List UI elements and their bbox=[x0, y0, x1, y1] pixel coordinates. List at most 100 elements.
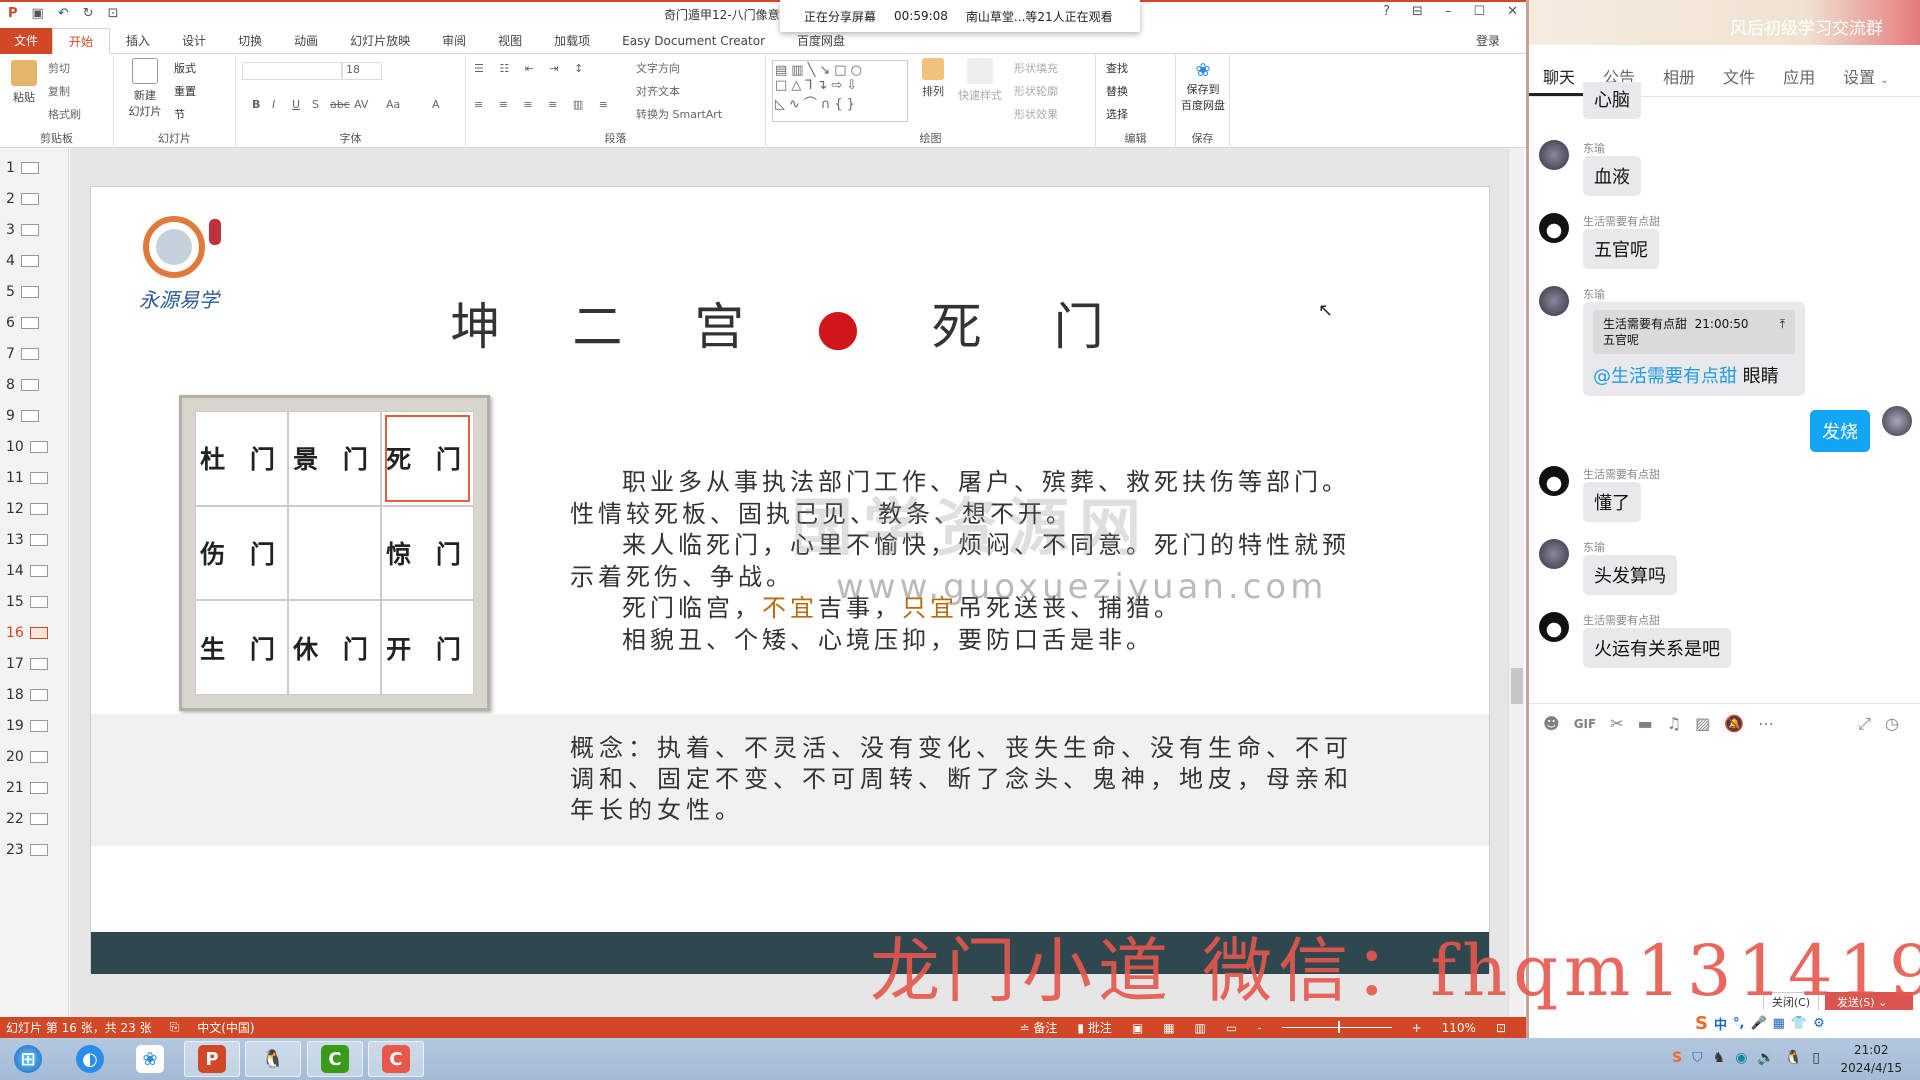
message-bubble[interactable]: 懂了 bbox=[1583, 482, 1641, 522]
scissors-icon[interactable]: ✂ bbox=[1610, 714, 1623, 733]
taskbar-camtasia-green[interactable]: C bbox=[307, 1041, 363, 1077]
slide-canvas[interactable]: 永源易学 坤 二 宫 ● 死 门 杜 门 景 门 死 门 伤 门 惊 门 生 门… bbox=[90, 186, 1490, 974]
network-icon[interactable]: ♞ bbox=[1713, 1050, 1726, 1066]
more-icon[interactable]: ⋯ bbox=[1758, 714, 1774, 733]
slide-thumbnail[interactable]: 8 bbox=[6, 377, 39, 393]
shape-fill-button[interactable]: 形状填充 bbox=[1014, 60, 1058, 76]
qq-penguin-avatar[interactable] bbox=[1539, 466, 1569, 496]
section-button[interactable]: 节 bbox=[174, 106, 185, 122]
replace-button[interactable]: 替换 bbox=[1106, 83, 1128, 99]
message-bubble[interactable]: 五官呢 bbox=[1583, 229, 1659, 269]
sender-name[interactable]: 东瑜 bbox=[1583, 539, 1605, 555]
slide-thumbnail[interactable]: 11 bbox=[6, 470, 48, 486]
chat-tab-album[interactable]: 相册 bbox=[1649, 60, 1709, 96]
spellcheck-icon[interactable]: ⎘ bbox=[170, 1020, 180, 1035]
maximize-icon[interactable]: ☐ bbox=[1473, 4, 1485, 19]
slide-thumbnail[interactable]: 19 bbox=[6, 718, 48, 734]
slide-thumbnail[interactable]: 10 bbox=[6, 439, 48, 455]
bold-button[interactable]: B bbox=[252, 98, 260, 111]
sender-name[interactable]: 东瑜 bbox=[1583, 140, 1605, 156]
select-button[interactable]: 选择 bbox=[1106, 106, 1128, 122]
shadow-button[interactable]: S bbox=[312, 98, 319, 111]
slideshow-icon[interactable]: ▭ bbox=[1226, 1021, 1237, 1035]
qq-tray-icon[interactable]: 🐧 bbox=[1785, 1050, 1802, 1066]
shield-icon[interactable]: ⛉ bbox=[1692, 1050, 1703, 1066]
slide-thumbnail[interactable]: 2 bbox=[6, 191, 39, 207]
message-bubble[interactable]: 火运有关系是吧 bbox=[1583, 628, 1731, 668]
avatar[interactable] bbox=[1539, 539, 1569, 569]
redo-icon[interactable]: ↻ bbox=[83, 6, 94, 21]
tab-home[interactable]: 开始 bbox=[52, 27, 111, 54]
slide-thumbnail[interactable]: 20 bbox=[6, 749, 48, 765]
slide-thumbnail[interactable]: 7 bbox=[6, 346, 39, 362]
mention[interactable]: @生活需要有点甜 bbox=[1593, 366, 1737, 387]
skin-icon[interactable]: 👕 bbox=[1791, 1016, 1807, 1031]
char-spacing-button[interactable]: AV bbox=[354, 98, 368, 111]
avatar[interactable] bbox=[1539, 140, 1569, 170]
slide-thumbnail[interactable]: 14 bbox=[6, 563, 48, 579]
slide-thumbnail[interactable]: 18 bbox=[6, 687, 48, 703]
slide-thumbnail[interactable]: 1 bbox=[6, 160, 39, 176]
slide-thumbnail[interactable]: 23 bbox=[6, 842, 48, 858]
slide-thumbnail[interactable]: 16 bbox=[6, 625, 48, 641]
expand-icon[interactable]: ⤢ bbox=[1858, 714, 1871, 734]
comments-button[interactable]: ▮ 批注 bbox=[1077, 1019, 1111, 1036]
minimize-icon[interactable]: – bbox=[1445, 4, 1452, 19]
vertical-scrollbar[interactable] bbox=[1508, 148, 1524, 1017]
tab-insert[interactable]: 插入 bbox=[110, 28, 166, 54]
bell-off-icon[interactable]: 🔕 bbox=[1724, 714, 1744, 733]
chat-tab-chat[interactable]: 聊天 bbox=[1529, 60, 1590, 96]
layout-button[interactable]: 版式 bbox=[174, 60, 196, 76]
quoted-message[interactable]: 生活需要有点甜 21:00:50 ⤒ 五官呢 bbox=[1593, 310, 1795, 354]
my-message-bubble[interactable]: 发烧 bbox=[1810, 410, 1870, 452]
emoji-icon[interactable]: ☻ bbox=[1543, 714, 1560, 733]
chat-tab-settings[interactable]: 设置 ⌄ bbox=[1829, 60, 1903, 96]
login-link[interactable]: 登录 bbox=[1476, 32, 1500, 49]
strikethrough-button[interactable]: abc bbox=[330, 98, 350, 111]
font-size-select[interactable]: 18 bbox=[342, 62, 382, 80]
image-icon[interactable]: ▨ bbox=[1695, 714, 1710, 733]
save-icon[interactable]: ▣ bbox=[32, 6, 44, 21]
fit-to-window-icon[interactable]: ⊡ bbox=[1496, 1021, 1506, 1035]
align-text-button[interactable]: 对齐文本 bbox=[636, 83, 680, 99]
quick-styles-button[interactable]: 快速样式 bbox=[954, 58, 1006, 103]
tab-review[interactable]: 审阅 bbox=[426, 28, 482, 54]
gif-icon[interactable]: GIF bbox=[1574, 717, 1597, 731]
format-painter-button[interactable]: 格式刷 bbox=[48, 106, 81, 122]
keyboard-icon[interactable]: ▦ bbox=[1773, 1016, 1785, 1031]
language-indicator[interactable]: 中文(中国) bbox=[197, 1019, 254, 1036]
tab-addins[interactable]: 加载项 bbox=[538, 28, 606, 54]
slide-thumbnail[interactable]: 22 bbox=[6, 811, 48, 827]
message-bubble[interactable]: 心脑 bbox=[1583, 82, 1641, 119]
tab-view[interactable]: 视图 bbox=[482, 28, 538, 54]
message-bubble[interactable]: 血液 bbox=[1583, 156, 1641, 196]
arrange-button[interactable]: 排列 bbox=[916, 58, 950, 99]
app-tray-icon[interactable]: ◉ bbox=[1735, 1050, 1747, 1066]
font-name-select[interactable] bbox=[242, 62, 342, 80]
change-case-button[interactable]: Aa bbox=[386, 98, 400, 111]
notes-button[interactable]: ≐ 备注 bbox=[1020, 1019, 1058, 1036]
reading-view-icon[interactable]: ▥ bbox=[1195, 1021, 1206, 1035]
shape-effects-button[interactable]: 形状效果 bbox=[1014, 106, 1058, 122]
folder-icon[interactable]: ▬ bbox=[1638, 714, 1653, 733]
microphone-icon[interactable]: 🎤 bbox=[1750, 1016, 1766, 1031]
copy-button[interactable]: 复制 bbox=[48, 83, 70, 99]
slide-thumbnail[interactable]: 12 bbox=[6, 501, 48, 517]
jump-up-icon[interactable]: ⤒ bbox=[1780, 316, 1785, 332]
slide-thumbnail[interactable]: 6 bbox=[6, 315, 39, 331]
cut-button[interactable]: 剪切 bbox=[48, 60, 70, 76]
clock[interactable]: 21:02 2024/4/15 bbox=[1840, 1041, 1902, 1077]
sender-name[interactable]: 生活需要有点甜 bbox=[1583, 466, 1660, 482]
viewer-count[interactable]: 南山草堂...等21人正在观看 bbox=[966, 8, 1113, 25]
tab-animations[interactable]: 动画 bbox=[278, 28, 334, 54]
slide-thumbnail[interactable]: 13 bbox=[6, 532, 48, 548]
scrollbar-thumb[interactable] bbox=[1511, 668, 1523, 704]
taskbar-qq[interactable]: 🐧 bbox=[245, 1041, 301, 1077]
slide-thumbnail[interactable]: 4 bbox=[6, 253, 39, 269]
message-bubble[interactable]: 生活需要有点甜 21:00:50 ⤒ 五官呢 @生活需要有点甜 眼睛 bbox=[1583, 302, 1805, 396]
slide-thumbnail[interactable]: 21 bbox=[6, 780, 48, 796]
normal-view-icon[interactable]: ▣ bbox=[1132, 1021, 1143, 1035]
chat-tab-files[interactable]: 文件 bbox=[1709, 60, 1769, 96]
taskbar-browser[interactable]: ◐ bbox=[62, 1041, 118, 1077]
taskbar-camtasia-red[interactable]: C bbox=[368, 1041, 424, 1077]
